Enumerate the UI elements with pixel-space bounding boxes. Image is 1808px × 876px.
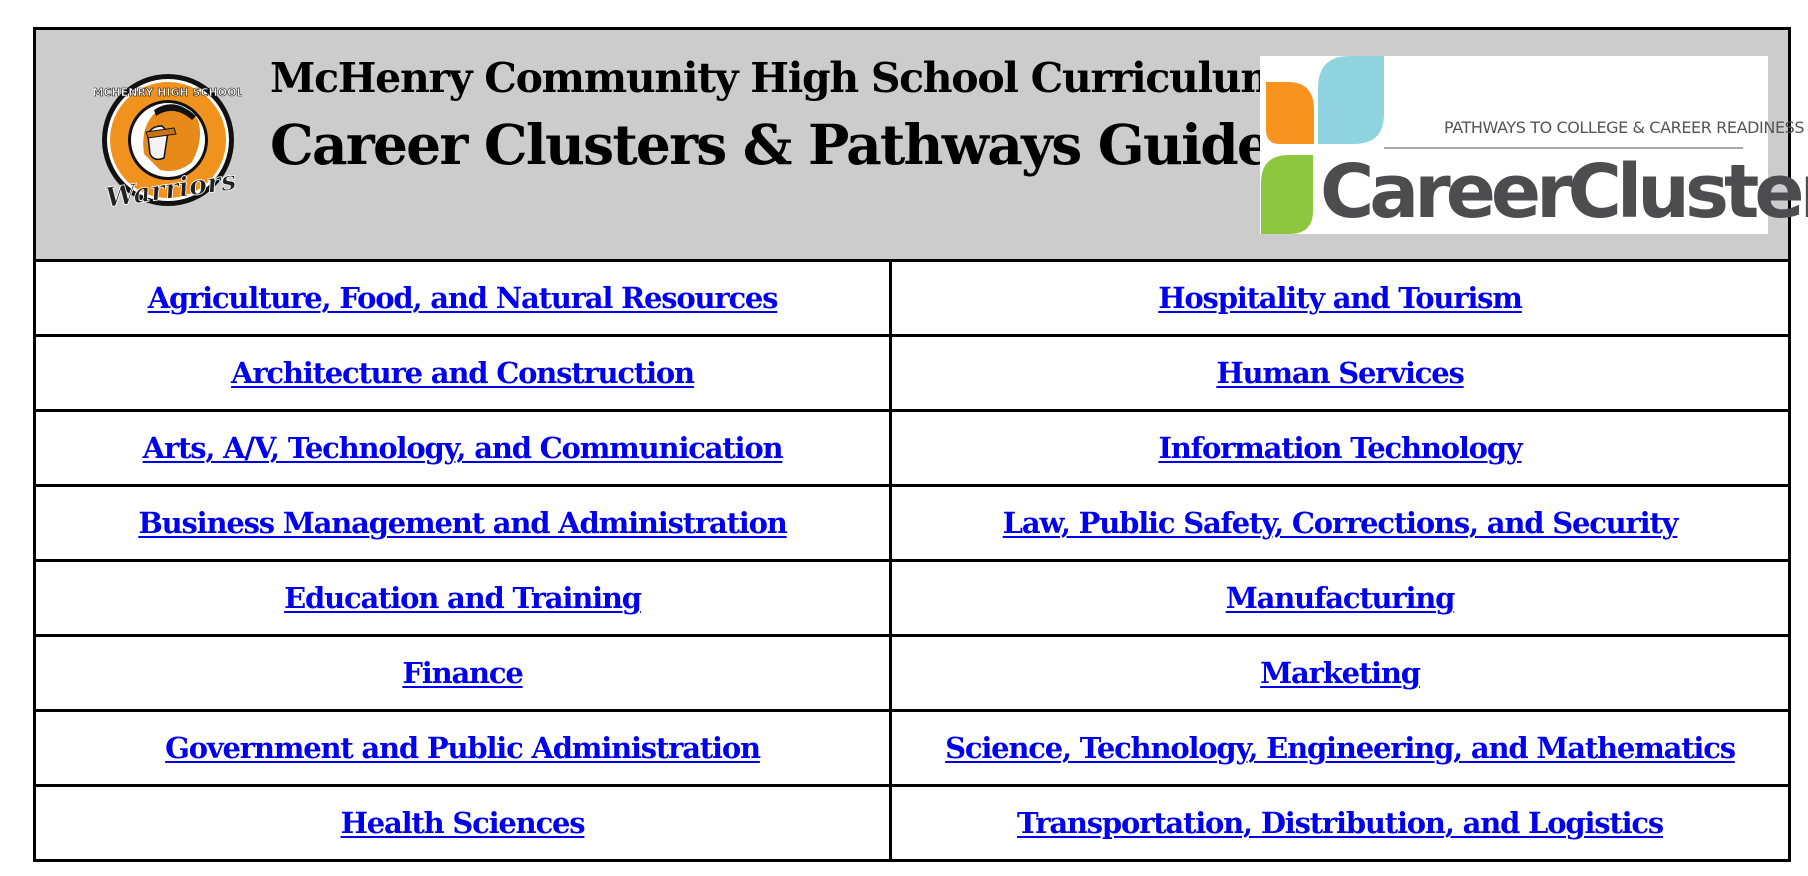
- cluster-row: Education and Training Manufacturing: [33, 559, 1791, 637]
- cluster-link[interactable]: Human Services: [1216, 356, 1465, 390]
- school-logo-warriors-icon: MCHENRY HIGH SCHOOL Warriors: [94, 74, 242, 214]
- green-leaf-icon: [1261, 155, 1313, 234]
- cluster-link[interactable]: Education and Training: [284, 581, 642, 615]
- career-clusters-wordmark-text: CareerClusters: [1320, 149, 1808, 235]
- cluster-cell-right: Science, Technology, Engineering, and Ma…: [889, 709, 1791, 787]
- cluster-row: Government and Public Administration Scie…: [33, 709, 1791, 787]
- cluster-cell-right: Manufacturing: [889, 559, 1791, 637]
- cluster-link[interactable]: Agriculture, Food, and Natural Resources: [148, 281, 779, 315]
- cluster-cell-right: Human Services: [889, 334, 1791, 412]
- cluster-row: Agriculture, Food, and Natural Resources…: [33, 259, 1791, 337]
- cluster-link[interactable]: Arts, A/V, Technology, and Communication: [143, 431, 784, 465]
- cluster-cell-left: Architecture and Construction: [33, 334, 892, 412]
- cluster-link[interactable]: Finance: [402, 656, 523, 690]
- cluster-cell-left: Health Sciences: [33, 784, 892, 862]
- cluster-cell-right: Law, Public Safety, Corrections, and Sec…: [889, 484, 1791, 562]
- career-clusters-wordmark: CareerClusters®: [1320, 152, 1808, 232]
- cluster-rows: Agriculture, Food, and Natural Resources…: [33, 259, 1791, 862]
- cluster-row: Finance Marketing: [33, 634, 1791, 712]
- cluster-link[interactable]: Transportation, Distribution, and Logist…: [1017, 806, 1664, 840]
- career-clusters-logo: PATHWAYS TO COLLEGE & CAREER READINESS C…: [1260, 56, 1808, 234]
- cluster-link[interactable]: Manufacturing: [1226, 581, 1456, 615]
- cluster-cell-left: Arts, A/V, Technology, and Communication: [33, 409, 892, 487]
- career-clusters-table: MCHENRY HIGH SCHOOL Warriors McHenry Com…: [33, 27, 1808, 862]
- page-title-guide: Career Clusters & Pathways Guide: [270, 112, 1272, 177]
- cluster-link[interactable]: Health Sciences: [341, 806, 586, 840]
- cluster-link[interactable]: Law, Public Safety, Corrections, and Sec…: [1003, 506, 1679, 540]
- cluster-link[interactable]: Marketing: [1260, 656, 1421, 690]
- cluster-row: Arts, A/V, Technology, and Communication…: [33, 409, 1791, 487]
- cluster-cell-left: Government and Public Administration: [33, 709, 892, 787]
- cluster-row: Business Management and Administration La…: [33, 484, 1791, 562]
- cluster-link[interactable]: Information Technology: [1158, 431, 1522, 465]
- cluster-cell-left: Agriculture, Food, and Natural Resources: [33, 259, 892, 337]
- cluster-cell-left: Finance: [33, 634, 892, 712]
- cluster-link[interactable]: Government and Public Administration: [165, 731, 761, 765]
- school-logo-ring-text: MCHENRY HIGH SCHOOL: [94, 86, 242, 99]
- page-title-school: McHenry Community High School Curriculum: [270, 54, 1284, 102]
- orange-leaf-icon: [1266, 82, 1314, 144]
- cluster-cell-right: Information Technology: [889, 409, 1791, 487]
- cluster-cell-right: Marketing: [889, 634, 1791, 712]
- cluster-link[interactable]: Architecture and Construction: [231, 356, 695, 390]
- blue-leaf-icon: [1318, 56, 1384, 144]
- cluster-link[interactable]: Hospitality and Tourism: [1158, 281, 1523, 315]
- cluster-link[interactable]: Business Management and Administration: [138, 506, 787, 540]
- cluster-cell-right: Hospitality and Tourism: [889, 259, 1791, 337]
- cluster-cell-right: Transportation, Distribution, and Logist…: [889, 784, 1791, 862]
- cluster-row: Architecture and Construction Human Servi…: [33, 334, 1791, 412]
- cluster-row: Health Sciences Transportation, Distribut…: [33, 784, 1791, 862]
- title-block: McHenry Community High School Curriculum…: [270, 52, 1284, 180]
- cluster-cell-left: Business Management and Administration: [33, 484, 892, 562]
- header-banner: MCHENRY HIGH SCHOOL Warriors McHenry Com…: [33, 27, 1808, 262]
- cluster-cell-left: Education and Training: [33, 559, 892, 637]
- career-clusters-tagline: PATHWAYS TO COLLEGE & CAREER READINESS: [1444, 118, 1805, 137]
- cluster-link[interactable]: Science, Technology, Engineering, and Ma…: [945, 731, 1736, 765]
